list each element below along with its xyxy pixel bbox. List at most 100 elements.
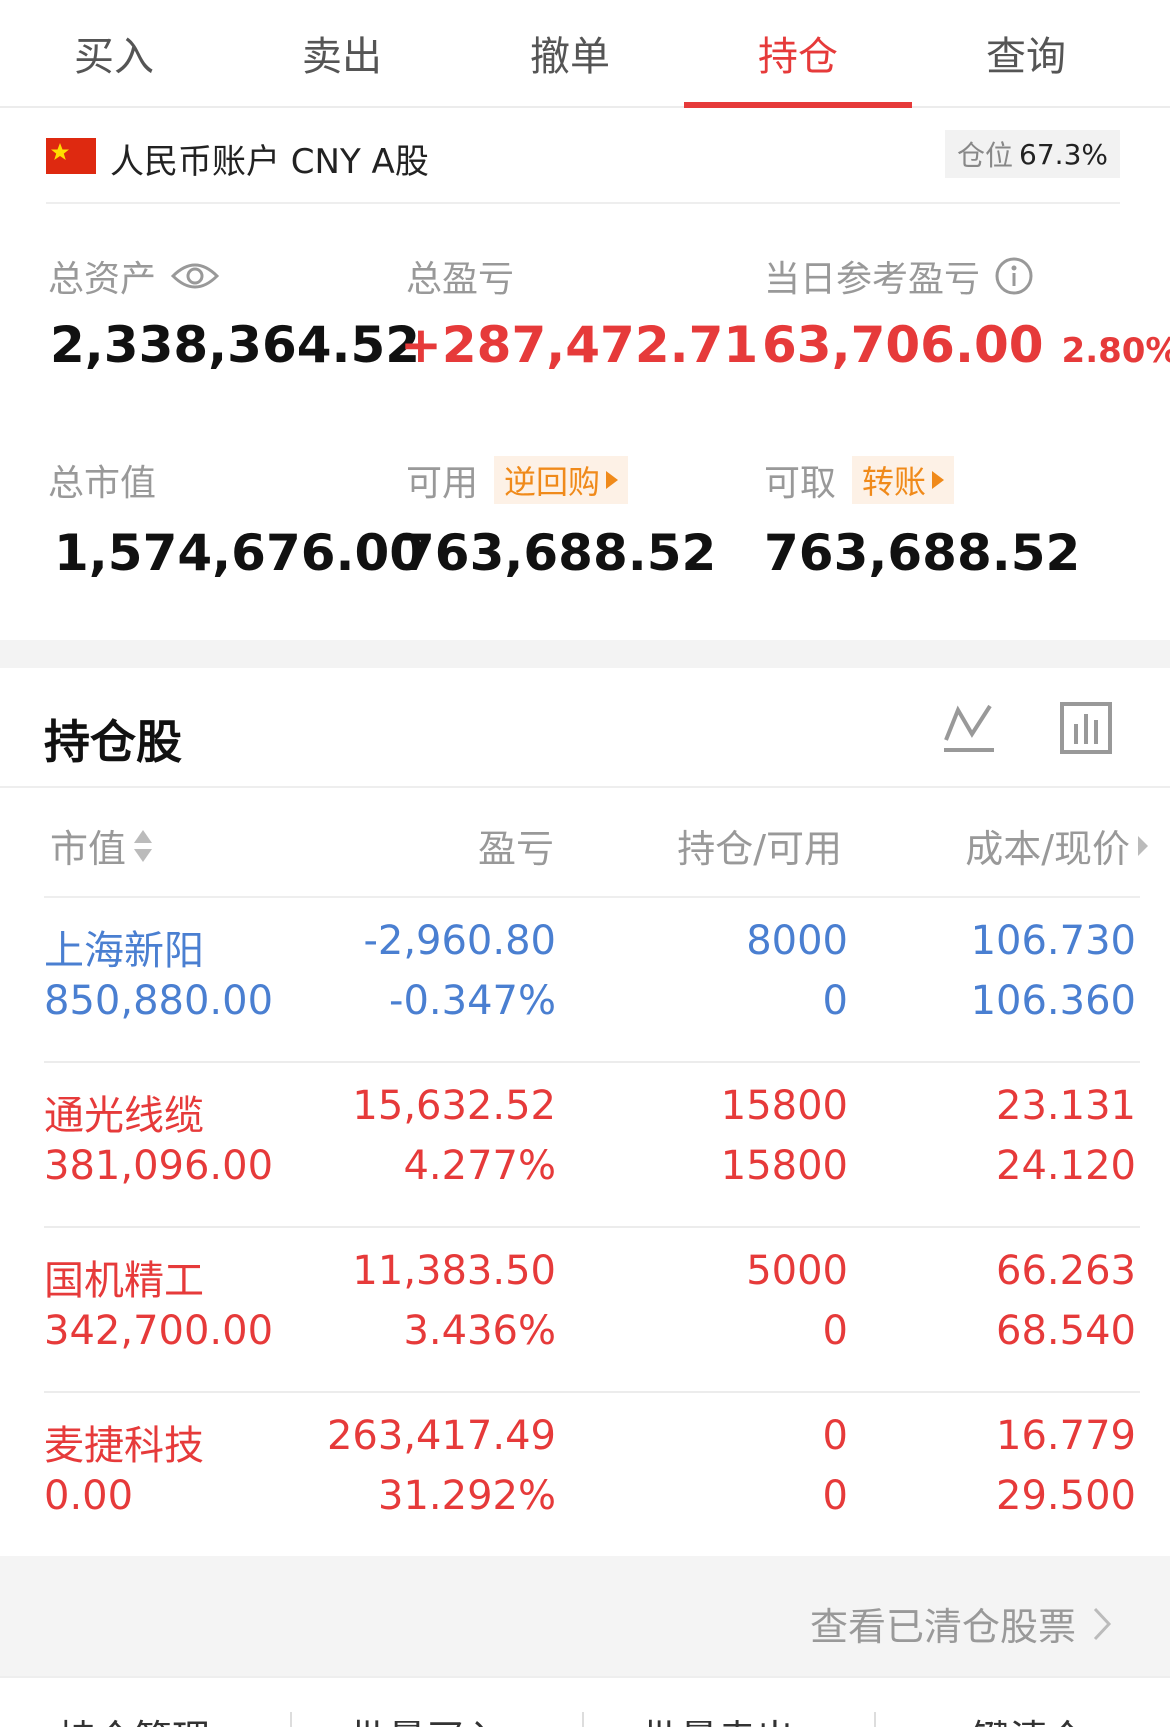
daily-pnl-value: 63,706.00 (762, 316, 1044, 374)
stock-holding: 0 (822, 1413, 848, 1459)
position-label: 仓位 (957, 139, 1014, 172)
section-divider (0, 640, 1170, 668)
col-holding: 持仓/可用 (677, 818, 842, 873)
market-value-label: 总市值 (48, 454, 156, 506)
chevron-right-icon (1136, 832, 1150, 860)
chevron-right-icon (932, 471, 945, 489)
china-flag-icon (46, 138, 96, 174)
col-pnl-label: 盈亏 (477, 827, 554, 871)
col-cost-price-label: 成本/现价 (965, 827, 1130, 871)
reverse-repo-label: 逆回购 (504, 463, 601, 501)
col-market-value-label: 市值 (50, 827, 127, 871)
stock-available: 15800 (720, 1143, 848, 1189)
stock-pnl: 11,383.50 (352, 1248, 556, 1294)
stock-market-value: 850,880.00 (44, 978, 274, 1024)
position-ratio-badge: 仓位 67.3% (945, 130, 1120, 178)
available-label: 可用 逆回购 (406, 454, 629, 506)
tab-cancel[interactable]: 撤单 (456, 0, 684, 106)
tab-holdings[interactable]: 持仓 (684, 0, 912, 108)
stock-holding: 5000 (746, 1248, 848, 1294)
daily-pnl-label: 当日参考盈亏 (764, 250, 1034, 302)
transfer-button[interactable]: 转账 (852, 456, 955, 504)
stock-name: 上海新阳 (44, 928, 204, 974)
total-pnl-label: 总盈亏 (406, 250, 514, 302)
holdings-title: 持仓股 (44, 715, 182, 769)
col-cost-price[interactable]: 成本/现价 (965, 818, 1150, 873)
withdrawable-value: 763,688.52 (764, 524, 1081, 582)
holding-row[interactable]: 通光线缆 381,096.00 15,632.52 4.277% 15800 15800 2… (0, 1063, 1170, 1228)
withdrawable-label: 可取 转账 (764, 454, 955, 506)
batch-buy-button[interactable]: 批量买入 (350, 1708, 502, 1727)
separator (582, 1712, 584, 1727)
stock-available: 0 (822, 978, 848, 1024)
chevron-right-icon (606, 471, 619, 489)
line-chart-icon[interactable] (942, 700, 996, 760)
stock-price: 24.120 (996, 1143, 1136, 1189)
available-value: 763,688.52 (400, 524, 717, 582)
tab-query[interactable]: 查询 (912, 0, 1140, 106)
market-value-label-text: 总市值 (48, 463, 157, 504)
daily-pnl-label-text: 当日参考盈亏 (764, 259, 981, 300)
stock-market-value: 342,700.00 (44, 1308, 274, 1354)
bar-chart-icon[interactable] (1060, 702, 1112, 758)
stock-name: 国机精工 (44, 1258, 204, 1304)
stock-pnl-pct: 31.292% (378, 1473, 556, 1519)
reverse-repo-button[interactable]: 逆回购 (494, 456, 629, 504)
account-name[interactable]: 人民币账户 CNY A股 (110, 134, 429, 183)
stock-price: 68.540 (996, 1308, 1136, 1354)
sort-icon (132, 826, 154, 866)
col-pnl: 盈亏 (478, 818, 554, 873)
stock-pnl: 15,632.52 (352, 1083, 556, 1129)
batch-sell-button[interactable]: 批量卖出 (642, 1708, 794, 1727)
bottom-action-bar: 持仓管理 批量买入 批量卖出 一键清仓 (0, 1676, 1170, 1727)
holding-row[interactable]: 上海新阳 850,880.00 -2,960.80 -0.347% 8000 0 106.7… (0, 898, 1170, 1063)
col-market-value[interactable]: 市值 (50, 818, 154, 873)
stock-price: 106.360 (970, 978, 1136, 1024)
stock-holding: 15800 (720, 1083, 848, 1129)
stock-pnl-pct: 4.277% (403, 1143, 556, 1189)
available-label-text: 可用 (406, 463, 479, 504)
stock-cost: 23.131 (996, 1083, 1136, 1129)
separator (290, 1712, 292, 1727)
chevron-right-icon (1092, 1606, 1112, 1642)
stock-pnl: -2,960.80 (363, 918, 556, 964)
manage-holdings-button[interactable]: 持仓管理 (58, 1708, 210, 1727)
separator (874, 1712, 876, 1727)
position-value: 67.3% (1019, 137, 1108, 171)
stock-cost: 16.779 (996, 1413, 1136, 1459)
stock-available: 0 (822, 1308, 848, 1354)
clear-all-button[interactable]: 一键清仓 (934, 1708, 1086, 1727)
account-header: 人民币账户 CNY A股 仓位 67.3% (46, 122, 1120, 204)
tab-buy[interactable]: 买入 (0, 0, 228, 106)
withdrawable-label-text: 可取 (764, 463, 837, 504)
daily-pnl-pct: 2.80% (1061, 331, 1170, 371)
total-pnl-label-text: 总盈亏 (406, 259, 515, 300)
daily-pnl-group: 63,706.00 2.80% (762, 316, 1170, 374)
stock-holding: 8000 (746, 918, 848, 964)
col-holding-label: 持仓/可用 (677, 827, 842, 871)
transfer-label: 转账 (862, 463, 927, 501)
info-icon[interactable] (994, 256, 1034, 296)
total-assets-value: 2,338,364.52 (50, 316, 421, 374)
header-divider (0, 786, 1170, 788)
holding-row[interactable]: 麦捷科技 0.00 263,417.49 31.292% 0 0 16.779 29.500 (0, 1393, 1170, 1558)
stock-pnl: 263,417.49 (326, 1413, 556, 1459)
eye-icon[interactable] (170, 260, 220, 292)
stock-price: 29.500 (996, 1473, 1136, 1519)
cleared-stocks-label: 查看已清仓股票 (809, 1605, 1076, 1649)
stock-pnl-pct: -0.347% (389, 978, 556, 1024)
stock-cost: 66.263 (996, 1248, 1136, 1294)
cleared-stocks-link[interactable]: 查看已清仓股票 (810, 1596, 1112, 1651)
tab-sell[interactable]: 卖出 (228, 0, 456, 106)
stock-market-value: 0.00 (44, 1473, 134, 1519)
stock-name: 通光线缆 (44, 1093, 204, 1139)
stock-name: 麦捷科技 (44, 1423, 204, 1469)
stock-pnl-pct: 3.436% (403, 1308, 556, 1354)
total-assets-label: 总资产 (48, 250, 220, 302)
stock-market-value: 381,096.00 (44, 1143, 274, 1189)
trade-tab-bar: 买入 卖出 撤单 持仓 查询 (0, 0, 1170, 108)
total-pnl-value: +287,472.71 (400, 316, 759, 374)
holding-row[interactable]: 国机精工 342,700.00 11,383.50 3.436% 5000 0 66.263… (0, 1228, 1170, 1393)
stock-cost: 106.730 (970, 918, 1136, 964)
total-assets-label-text: 总资产 (48, 259, 157, 300)
